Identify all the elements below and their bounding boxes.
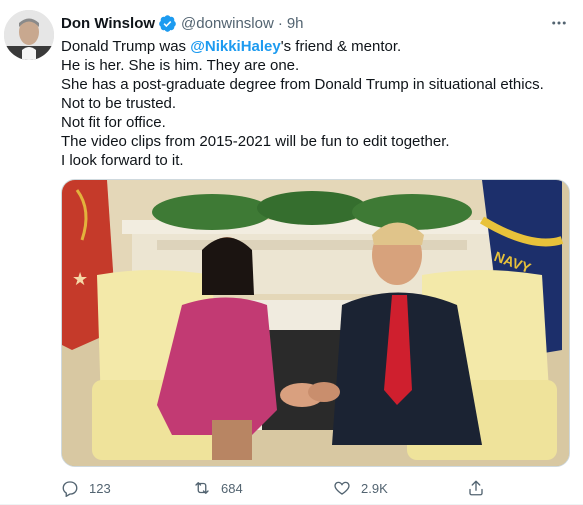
tweet-line: Not fit for office.: [61, 114, 166, 131]
heart-icon: [333, 479, 351, 497]
tweet-actions: 123 684 2.9K: [61, 477, 501, 499]
avatar[interactable]: [4, 10, 54, 60]
share-button[interactable]: [467, 479, 485, 497]
tweet-line: Donald Trump was @NikkiHaley's friend & …: [61, 37, 571, 56]
timestamp[interactable]: 9h: [287, 14, 304, 34]
tweet-line: She has a post-graduate degree from Dona…: [61, 76, 544, 93]
tweet-text: Donald Trump was @NikkiHaley's friend & …: [61, 37, 571, 170]
like-button[interactable]: 2.9K: [333, 479, 388, 497]
verified-badge-icon: [158, 14, 177, 33]
reply-button[interactable]: 123: [61, 479, 111, 497]
svg-text:★: ★: [72, 269, 88, 289]
tweet[interactable]: Don Winslow @donwinslow · 9h Donald Trum…: [0, 0, 583, 505]
share-icon: [467, 479, 485, 497]
display-name[interactable]: Don Winslow: [61, 14, 155, 34]
tweet-line: He is her. She is him. They are one.: [61, 57, 300, 74]
tweet-line: Not to be trusted.: [61, 95, 177, 112]
tweet-header: Don Winslow @donwinslow · 9h: [61, 13, 571, 34]
tweet-line: The video clips from 2015-2021 will be f…: [61, 133, 450, 150]
tweet-content: Don Winslow @donwinslow · 9h Donald Trum…: [61, 13, 571, 170]
retweet-button[interactable]: 684: [193, 479, 243, 497]
retweet-count: 684: [221, 480, 243, 496]
mention-link[interactable]: @NikkiHaley: [190, 38, 281, 55]
reply-count: 123: [89, 480, 111, 496]
tweet-line: I look forward to it.: [61, 152, 184, 169]
tweet-text-prefix: Donald Trump was: [61, 38, 191, 55]
separator-dot: ·: [277, 14, 283, 32]
retweet-icon: [193, 479, 211, 497]
handle[interactable]: @donwinslow: [181, 14, 274, 34]
tweet-text-suffix: 's friend & mentor.: [280, 38, 402, 55]
like-count: 2.9K: [361, 480, 388, 496]
reply-icon: [61, 479, 79, 497]
tweet-photo[interactable]: ★ NAVY: [61, 179, 570, 467]
more-icon[interactable]: [547, 11, 571, 35]
